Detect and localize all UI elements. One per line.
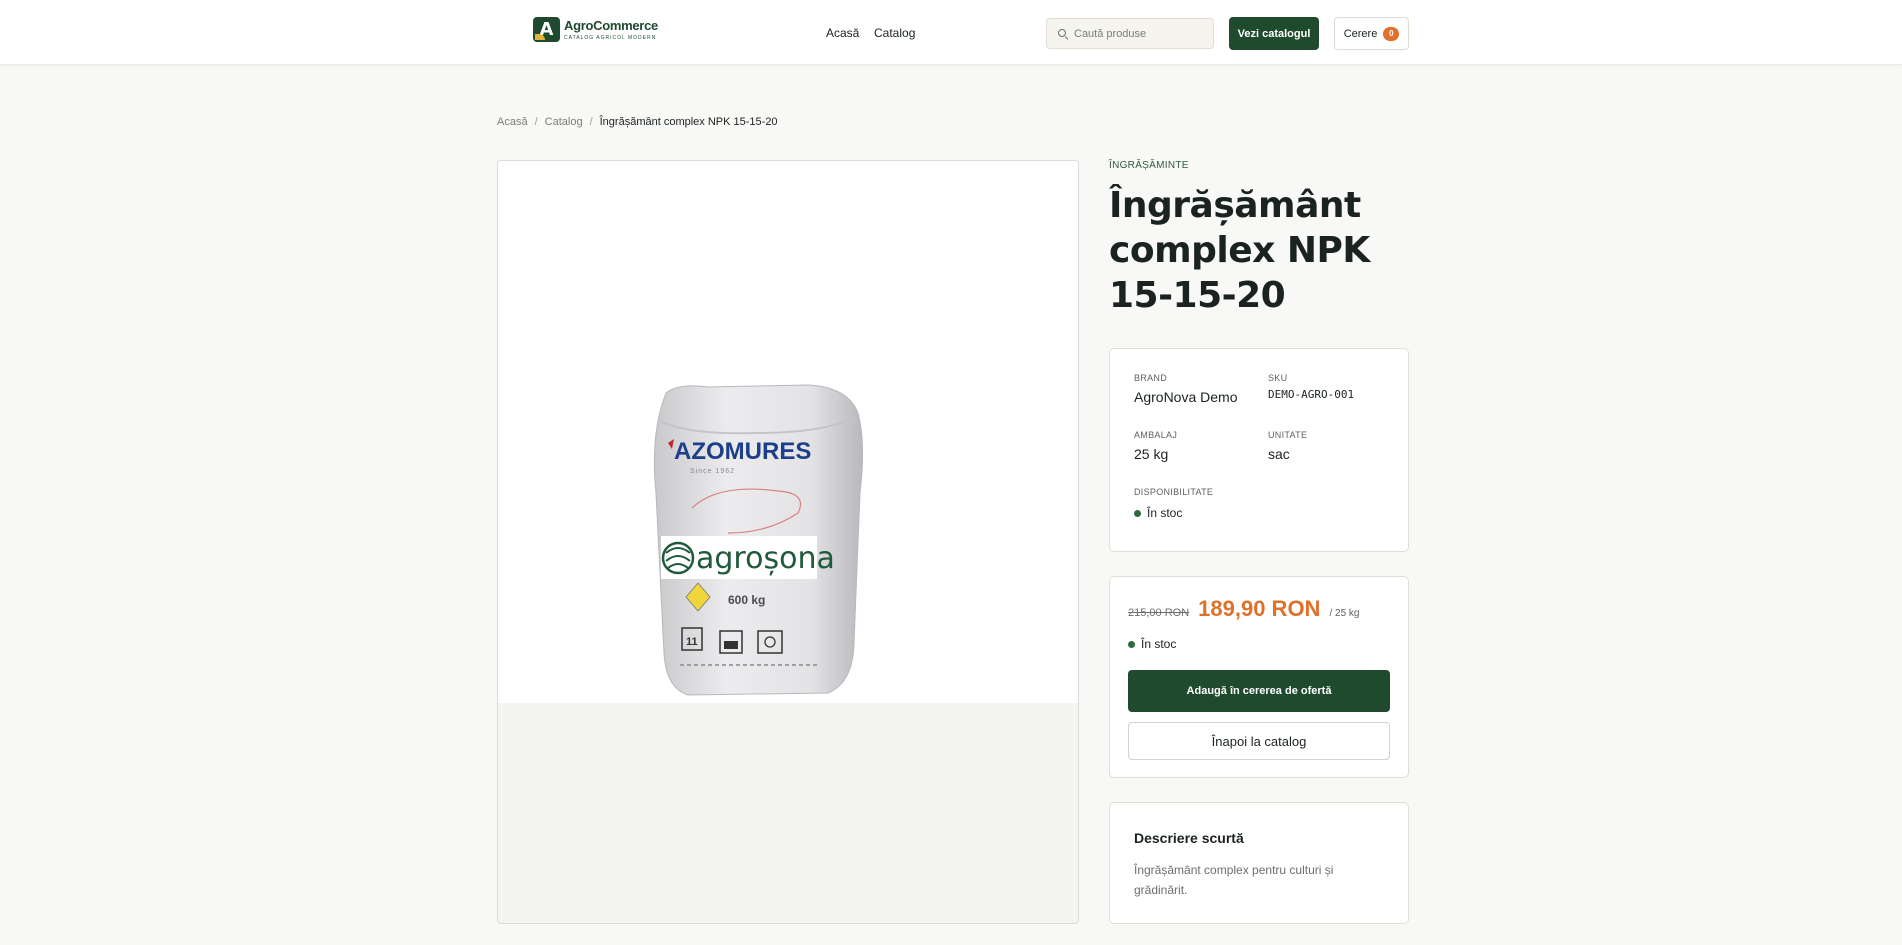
short-description-text: Îngrășământ complex pentru culturi și gr… <box>1134 863 1334 897</box>
product-image-panel: AZOMURES Since 1962 agroșona 600 kg 11 <box>497 160 1079 924</box>
bag-weight-text: 600 kg <box>728 593 765 607</box>
request-button-label: Cerere <box>1343 27 1378 40</box>
breadcrumb-catalog[interactable]: Catalog <box>545 116 583 128</box>
request-cart-button[interactable]: Cerere 0 <box>1334 17 1409 50</box>
search-input[interactable] <box>1074 27 1204 40</box>
logo-subtitle: CATALOG AGRICOL MODERN <box>564 35 657 41</box>
spec-unit: UNITATE sac <box>1268 430 1307 462</box>
spec-packaging: AMBALAJ 25 kg <box>1134 430 1177 462</box>
spec-unit-label: UNITATE <box>1268 430 1308 440</box>
svg-text:11: 11 <box>686 636 698 648</box>
spec-availability-value: În stoc <box>1147 506 1183 520</box>
spec-brand-label: BRAND <box>1134 373 1168 383</box>
price-row: 215,00 RON 189,90 RON / 25 kg <box>1128 596 1359 622</box>
product-category[interactable]: ÎNGRĂȘĂMINTE <box>1109 160 1189 171</box>
search-box <box>1046 18 1214 49</box>
price-per-unit: / 25 kg <box>1329 608 1360 619</box>
current-price: 189,90 RON <box>1198 596 1321 621</box>
nav-link-catalog[interactable]: Catalog <box>874 26 915 40</box>
spec-packaging-label: AMBALAJ <box>1134 430 1178 440</box>
spec-sku: SKU DEMO-AGRO-001 <box>1268 373 1354 401</box>
search-icon <box>1058 28 1068 39</box>
add-to-quote-button[interactable]: Adaugă în cererea de ofertă <box>1128 670 1390 712</box>
spec-sku-label: SKU <box>1268 373 1288 383</box>
view-catalog-button[interactable]: Vezi catalogul <box>1229 17 1319 50</box>
spec-sku-value: DEMO-AGRO-001 <box>1268 388 1355 401</box>
stock-status: În stoc <box>1128 637 1176 651</box>
price-card: 215,00 RON 189,90 RON / 25 kg În stoc Ad… <box>1109 576 1409 778</box>
spec-availability-label: DISPONIBILITATE <box>1134 487 1214 497</box>
breadcrumb-current: Îngrășământ complex NPK 15-15-20 <box>599 116 778 128</box>
product-bag-image: AZOMURES Since 1962 agroșona 600 kg 11 <box>653 384 864 696</box>
breadcrumb-separator: / <box>589 116 593 128</box>
spec-unit-value: sac <box>1268 446 1290 462</box>
bag-brand-text: AZOMURES <box>674 438 811 465</box>
logo-icon: A <box>533 17 560 42</box>
watermark-text: agroșona <box>696 541 835 576</box>
logo[interactable]: A AgroCommerce CATALOG AGRICOL MODERN <box>533 17 658 42</box>
breadcrumb-home[interactable]: Acasă <box>497 116 528 128</box>
spec-packaging-value: 25 kg <box>1134 446 1169 462</box>
logo-title: AgroCommerce <box>564 18 658 33</box>
in-stock-dot-icon <box>1128 640 1135 648</box>
request-count-badge: 0 <box>1383 26 1400 41</box>
in-stock-dot-icon <box>1134 509 1141 517</box>
product-specs-card: BRAND AgroNova Demo SKU DEMO-AGRO-001 AM… <box>1109 348 1409 552</box>
short-description-card: Descriere scurtă Îngrășământ complex pen… <box>1109 802 1409 924</box>
stock-status-label: În stoc <box>1141 637 1177 651</box>
site-header: A AgroCommerce CATALOG AGRICOL MODERN Ac… <box>0 0 1902 65</box>
nav-link-home[interactable]: Acasă <box>826 26 859 40</box>
spec-availability: DISPONIBILITATE În stoc <box>1134 487 1213 520</box>
bag-since-text: Since 1962 <box>690 468 735 475</box>
spec-brand-value: AgroNova Demo <box>1134 389 1238 405</box>
back-to-catalog-button[interactable]: Înapoi la catalog <box>1128 722 1390 760</box>
spec-brand: BRAND AgroNova Demo <box>1134 373 1238 405</box>
product-image[interactable]: AZOMURES Since 1962 agroșona 600 kg 11 <box>498 161 1078 703</box>
old-price: 215,00 RON <box>1128 607 1190 619</box>
breadcrumb-separator: / <box>534 116 538 128</box>
short-description-title: Descriere scurtă <box>1134 830 1244 846</box>
breadcrumb: Acasă / Catalog / Îngrășământ complex NP… <box>497 116 778 128</box>
product-title: Îngrășământ complex NPK 15-15-20 <box>1109 185 1370 316</box>
